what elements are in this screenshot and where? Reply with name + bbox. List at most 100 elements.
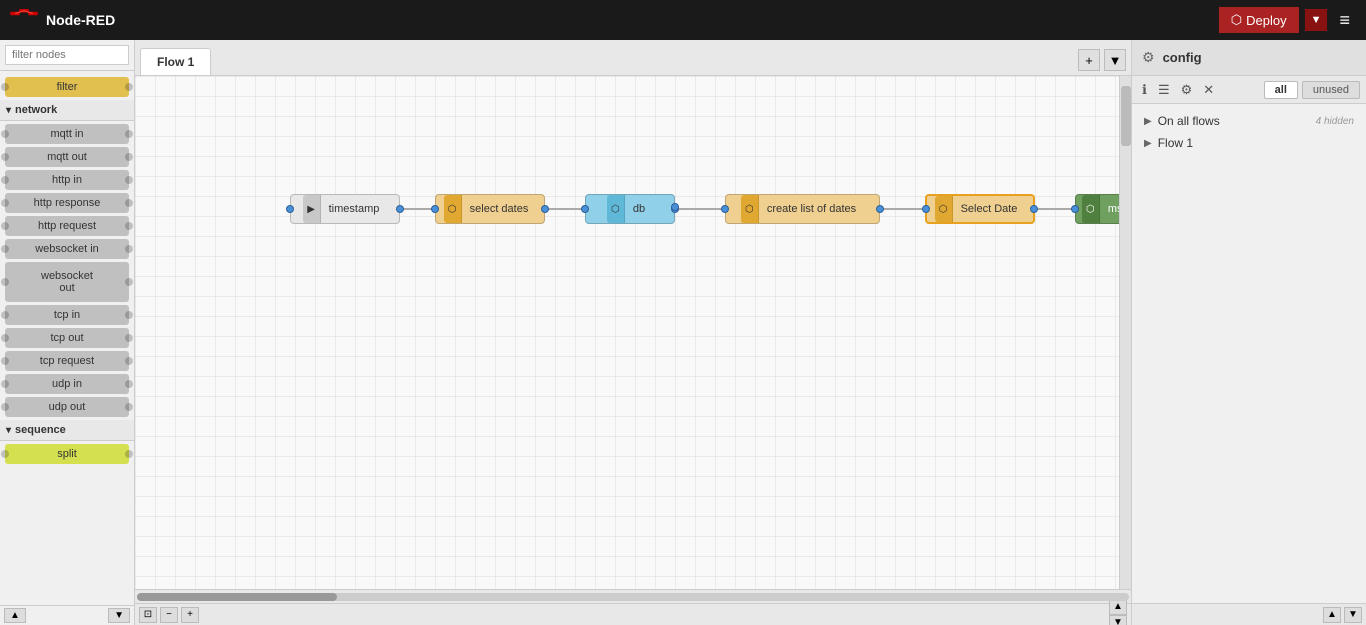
port-left — [1, 222, 9, 230]
sidebar-scroll-down[interactable]: ▼ — [108, 608, 130, 623]
toolbar-icons: ℹ ☰ ⚙ ✕ — [1138, 80, 1218, 100]
list-button[interactable]: ☰ — [1154, 80, 1174, 100]
sidebar-item-http-response[interactable]: http response — [5, 193, 129, 213]
sidebar-item-tcp-in[interactable]: tcp in — [5, 305, 129, 325]
add-tab-button[interactable]: + — [1078, 49, 1100, 71]
node-label: tcp request — [40, 355, 94, 367]
deploy-button[interactable]: ⬡ Deploy — [1219, 7, 1299, 33]
config-section-flow1[interactable]: ▶ Flow 1 — [1138, 132, 1360, 154]
port-left — [1, 245, 9, 253]
sidebar-item-http-in[interactable]: http in — [5, 170, 129, 190]
node-label: timestamp — [321, 203, 388, 215]
node-label: select dates — [462, 203, 537, 215]
info-button[interactable]: ℹ — [1138, 80, 1151, 100]
zoom-in-button[interactable]: + — [181, 607, 199, 623]
right-panel-content: ▶ On all flows 4 hidden ▶ Flow 1 — [1132, 104, 1366, 603]
node-icon: ⬡ — [607, 195, 625, 223]
section-arrow: ▾ — [6, 425, 11, 436]
sidebar-item-tcp-out[interactable]: tcp out — [5, 328, 129, 348]
sidebar-item-filter[interactable]: filter — [5, 77, 129, 97]
tabs-bar: Flow 1 + ▼ — [135, 40, 1131, 76]
sidebar-item-http-request[interactable]: http request — [5, 216, 129, 236]
section-left: ▶ Flow 1 — [1144, 136, 1193, 150]
deploy-dropdown-button[interactable]: ▼ — [1305, 9, 1328, 31]
canvas-area: Flow 1 + ▼ — [135, 40, 1131, 625]
panel-scroll-up[interactable]: ▲ — [1323, 607, 1341, 623]
close-button[interactable]: ✕ — [1199, 80, 1218, 100]
canvas-node-db[interactable]: ⬡ db — [585, 194, 675, 224]
canvas-bottom-bar: ⊡ − + ▲ ▼ — [135, 603, 1131, 625]
sidebar-item-udp-in[interactable]: udp in — [5, 374, 129, 394]
panel-scroll-down[interactable]: ▼ — [1344, 607, 1362, 623]
sidebar-nodes: filter ▾ network mqtt in mqtt out http i… — [0, 71, 134, 605]
port-left — [1, 176, 9, 184]
sidebar-item-websocket-out[interactable]: websocket out — [5, 262, 129, 302]
node-icon: ⬡ — [935, 196, 953, 222]
canvas-hscroll-thumb — [137, 593, 337, 601]
port-right — [125, 334, 133, 342]
right-panel-tabs: all unused — [1264, 81, 1360, 99]
port-left — [1, 83, 9, 91]
node-label: websocket in — [35, 243, 99, 255]
canvas-node-select-dates[interactable]: ⬡ select dates — [435, 194, 545, 224]
nodered-logo — [10, 9, 38, 31]
port-right — [125, 199, 133, 207]
canvas-vscroll[interactable] — [1119, 76, 1131, 589]
settings-button[interactable]: ⚙ — [1177, 80, 1197, 100]
app-title: Node-RED — [46, 12, 115, 28]
output-port — [1030, 205, 1038, 213]
deploy-icon: ⬡ — [1231, 12, 1242, 28]
node-label: mqtt out — [47, 151, 87, 163]
canvas-node-msg-payload[interactable]: ⬡ msg payload — [1075, 194, 1119, 224]
sidebar-item-tcp-request[interactable]: tcp request — [5, 351, 129, 371]
port-right — [125, 450, 133, 458]
node-label: http in — [52, 174, 82, 186]
search-input[interactable] — [5, 45, 129, 65]
canvas-vscroll-thumb — [1121, 86, 1131, 146]
canvas-bottom-right: ▲ ▼ — [1109, 599, 1127, 625]
sidebar-item-udp-out[interactable]: udp out — [5, 397, 129, 417]
input-port — [721, 205, 729, 213]
sidebar-item-mqtt-in[interactable]: mqtt in — [5, 124, 129, 144]
node-label-2: out — [59, 282, 74, 294]
port-right — [125, 357, 133, 365]
node-label: Select Date — [953, 203, 1026, 215]
canvas-hscroll[interactable] — [135, 589, 1131, 603]
sidebar-item-mqtt-out[interactable]: mqtt out — [5, 147, 129, 167]
tab-all[interactable]: all — [1264, 81, 1298, 99]
port-left — [1, 199, 9, 207]
sidebar-scroll-up[interactable]: ▲ — [4, 608, 26, 623]
canvas-node-create-list[interactable]: ⬡ create list of dates — [725, 194, 880, 224]
main-layout: filter ▾ network mqtt in mqtt out http i… — [0, 40, 1366, 625]
zoom-out-button[interactable]: − — [160, 607, 178, 623]
node-icon: ⬡ — [444, 195, 462, 223]
port-right — [125, 222, 133, 230]
input-port — [922, 205, 930, 213]
gear-icon: ⚙ — [1142, 49, 1155, 66]
node-label: filter — [57, 81, 78, 93]
right-panel: ⚙ config ℹ ☰ ⚙ ✕ all unused ▶ On all flo… — [1131, 40, 1366, 625]
sidebar-section-network[interactable]: ▾ network — [0, 100, 134, 121]
sidebar-item-websocket-in[interactable]: websocket in — [5, 239, 129, 259]
section-label: On all flows — [1158, 114, 1220, 128]
node-label: db — [625, 203, 653, 215]
hamburger-menu-button[interactable]: ≡ — [1333, 6, 1356, 35]
canvas-node-select-date[interactable]: ⬡ Select Date — [925, 194, 1035, 224]
tab-list-button[interactable]: ▼ — [1104, 49, 1126, 71]
canvas-scroll-up[interactable]: ▲ — [1109, 599, 1127, 615]
canvas-node-timestamp[interactable]: ▶ timestamp — [290, 194, 400, 224]
input-port — [1071, 205, 1079, 213]
tab-flow1[interactable]: Flow 1 — [140, 48, 211, 75]
node-label: create list of dates — [759, 203, 864, 215]
sidebar-section-sequence[interactable]: ▾ sequence — [0, 420, 134, 441]
canvas-scroll-down[interactable]: ▼ — [1109, 615, 1127, 625]
canvas-wrapper[interactable]: ▶ timestamp ⬡ select dates ⬡ — [135, 76, 1119, 589]
canvas-grid: ▶ timestamp ⬡ select dates ⬡ — [135, 76, 1119, 589]
sidebar-item-split[interactable]: split — [5, 444, 129, 464]
config-section-all-flows[interactable]: ▶ On all flows 4 hidden — [1138, 110, 1360, 132]
port-left — [1, 357, 9, 365]
node-icon: ▶ — [303, 195, 321, 223]
zoom-fit-button[interactable]: ⊡ — [139, 607, 157, 623]
tab-unused[interactable]: unused — [1302, 81, 1360, 99]
node-label: udp in — [52, 378, 82, 390]
